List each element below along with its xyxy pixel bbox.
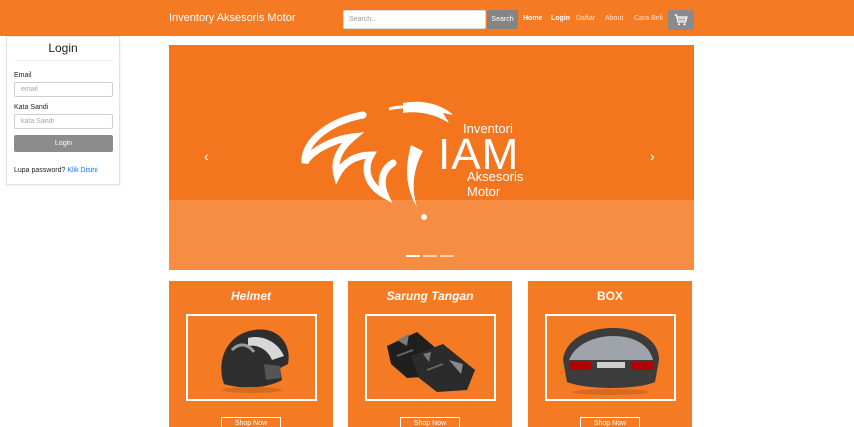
email-field[interactable] bbox=[14, 82, 113, 97]
search-button[interactable]: Search bbox=[487, 10, 518, 29]
navbar-brand[interactable]: Inventory Aksesoris Motor bbox=[169, 12, 296, 24]
product-card-sarung-tangan: Sarung Tangan Shop Now bbox=[348, 281, 512, 427]
shop-now-button[interactable]: Shop Now bbox=[580, 417, 640, 427]
shop-now-button[interactable]: Shop Now bbox=[221, 417, 281, 427]
product-card-box: BOX Shop Now bbox=[528, 281, 692, 427]
logo-line-aksesoris: Aksesoris Motor bbox=[467, 169, 524, 199]
product-title: Sarung Tangan bbox=[386, 289, 474, 303]
cart-icon bbox=[674, 14, 688, 26]
login-button[interactable]: Login bbox=[14, 135, 113, 152]
carousel-indicator-2[interactable] bbox=[423, 255, 437, 257]
search-input[interactable] bbox=[343, 10, 486, 29]
carousel-indicator-3[interactable] bbox=[440, 255, 454, 257]
product-card-helmet: Helmet Shop Now bbox=[169, 281, 333, 427]
product-image-frame bbox=[186, 314, 317, 401]
login-card: Login Email Kata Sandi Login Lupa passwo… bbox=[6, 36, 120, 185]
email-label: Email bbox=[14, 72, 32, 79]
nav-link-about[interactable]: About bbox=[605, 15, 623, 22]
helmet-image[interactable] bbox=[188, 316, 315, 399]
carousel-prev-icon[interactable]: ‹ bbox=[204, 148, 209, 164]
forgot-password-text: Lupa password? bbox=[14, 167, 66, 174]
cart-button[interactable] bbox=[668, 10, 694, 30]
hero-carousel: ‹ › Inventori IAM Aksesoris Motor bbox=[169, 45, 694, 270]
gloves-image[interactable] bbox=[367, 316, 494, 399]
nav-link-cara-beli[interactable]: Cara Beli bbox=[634, 15, 663, 22]
product-image-frame bbox=[365, 314, 496, 401]
shop-now-button[interactable]: Shop Now bbox=[400, 417, 460, 427]
nav-link-login[interactable]: Login bbox=[551, 15, 570, 22]
forgot-password: Lupa password? Klik Disini bbox=[14, 167, 98, 174]
password-field[interactable] bbox=[14, 114, 113, 129]
carousel-indicators bbox=[406, 255, 456, 257]
login-divider bbox=[15, 60, 113, 61]
nav-link-home[interactable]: Home bbox=[523, 15, 542, 22]
product-title: BOX bbox=[596, 289, 623, 303]
top-navbar: Inventory Aksesoris Motor Search Home Lo… bbox=[0, 0, 854, 36]
top-box-image[interactable] bbox=[547, 316, 674, 399]
carousel-indicator-1[interactable] bbox=[406, 255, 420, 257]
password-label: Kata Sandi bbox=[14, 104, 49, 111]
product-image-frame bbox=[545, 314, 676, 401]
forgot-password-link[interactable]: Klik Disini bbox=[67, 167, 97, 174]
carousel-next-icon[interactable]: › bbox=[650, 148, 655, 164]
nav-link-daftar[interactable]: Daftar bbox=[576, 15, 595, 22]
login-title: Login bbox=[48, 41, 78, 55]
product-title: Helmet bbox=[230, 289, 271, 303]
